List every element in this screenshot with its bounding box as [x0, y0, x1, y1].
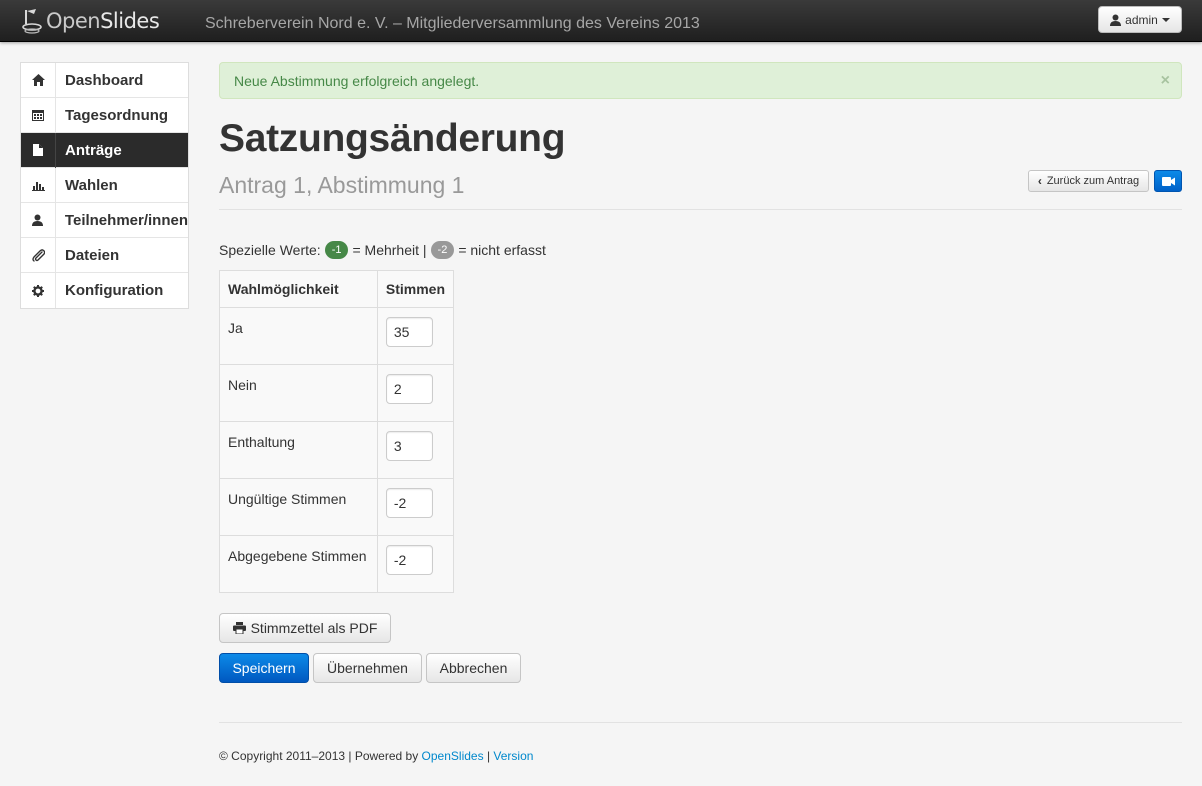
page-title: Satzungsänderung	[219, 117, 566, 160]
vote-results-table: Wahlmöglichkeit Stimmen Ja Nein Enthaltu…	[219, 270, 455, 593]
file-icon	[21, 132, 56, 168]
column-header-option: Wahlmöglichkeit	[219, 270, 378, 308]
close-icon[interactable]: ×	[1161, 72, 1170, 90]
paperclip-icon	[21, 237, 56, 273]
gear-icon	[21, 273, 56, 308]
video-camera-icon	[1161, 176, 1175, 186]
sidebar-item-label: Tagesordnung	[65, 106, 169, 124]
option-label: Nein	[219, 364, 378, 422]
table-row: Enthaltung	[219, 421, 455, 479]
page-subtitle: Antrag 1, Abstimmung 1	[219, 172, 465, 198]
success-alert: Neue Abstimmung erfolgreich angelegt. ×	[219, 62, 1182, 99]
sidebar-item-dashboard[interactable]: Dashboard	[21, 62, 188, 98]
bar-chart-icon	[21, 167, 56, 203]
footer: © Copyright 2011–2013 | Powered by OpenS…	[219, 749, 533, 763]
version-link[interactable]: Version	[493, 749, 533, 763]
footer-divider	[219, 722, 1182, 723]
user-menu-button[interactable]: admin	[1098, 6, 1182, 33]
votes-abstain-input[interactable]	[385, 431, 433, 461]
sidebar-item-label: Anträge	[65, 141, 122, 159]
calendar-icon	[21, 97, 56, 133]
event-title: Schreberverein Nord e. V. – Mitgliederve…	[205, 15, 700, 32]
option-label: Abgegebene Stimmen	[219, 535, 378, 593]
majority-text: = Mehrheit |	[352, 242, 427, 258]
user-icon	[1110, 14, 1122, 26]
majority-badge: -1	[324, 241, 349, 259]
sidebar-item-label: Dashboard	[65, 71, 144, 89]
table-row: Ja	[219, 307, 455, 365]
save-button[interactable]: Speichern	[219, 653, 309, 683]
option-label: Ja	[219, 307, 378, 365]
alert-message: Neue Abstimmung erfolgreich angelegt.	[234, 73, 480, 89]
user-icon	[21, 202, 56, 238]
table-row: Abgegebene Stimmen	[219, 535, 455, 593]
not-recorded-badge: -2	[430, 241, 455, 259]
back-to-motion-label: Zurück zum Antrag	[1046, 175, 1140, 187]
table-row: Ungültige Stimmen	[219, 478, 455, 536]
table-header-row: Wahlmöglichkeit Stimmen	[219, 270, 455, 308]
special-values-prefix: Spezielle Werte:	[219, 242, 321, 258]
chevron-down-icon	[1161, 17, 1170, 22]
sidebar-nav: Dashboard Tagesordnung Anträge Wahlen Te…	[20, 62, 189, 309]
ballot-pdf-button[interactable]: Stimmzettel als PDF	[219, 613, 391, 643]
chevron-left-icon: ‹	[1037, 174, 1042, 188]
sidebar-item-label: Teilnehmer/innen	[64, 211, 188, 229]
column-header-votes: Stimmen	[376, 270, 455, 308]
sidebar-item-dateien[interactable]: Dateien	[21, 237, 188, 273]
header-divider	[219, 209, 1182, 210]
sidebar-item-label: Dateien	[65, 246, 120, 264]
option-label: Enthaltung	[219, 421, 378, 479]
option-label: Ungültige Stimmen	[219, 478, 378, 536]
votes-no-input[interactable]	[385, 374, 433, 404]
votes-cast-input[interactable]	[385, 545, 433, 575]
footer-separator: |	[486, 749, 491, 763]
openslides-link[interactable]: OpenSlides	[422, 749, 484, 763]
sidebar-item-teilnehmer[interactable]: Teilnehmer/innen	[21, 202, 188, 238]
sidebar-item-antraege[interactable]: Anträge	[21, 132, 188, 168]
apply-button[interactable]: Übernehmen	[313, 653, 422, 683]
ballot-pdf-label: Stimmzettel als PDF	[250, 620, 378, 636]
sidebar-item-tagesordnung[interactable]: Tagesordnung	[21, 97, 188, 133]
projector-button[interactable]	[1154, 170, 1182, 192]
user-menu-label: admin	[1125, 12, 1158, 27]
special-values-legend: Spezielle Werte: -1 = Mehrheit | -2 = ni…	[219, 241, 546, 259]
sidebar-item-konfiguration[interactable]: Konfiguration	[21, 273, 188, 308]
copyright-text: © Copyright 2011–2013 | Powered by	[219, 749, 419, 763]
top-navbar: OpenSlides Schreberverein Nord e. V. – M…	[0, 0, 1202, 42]
votes-invalid-input[interactable]	[385, 488, 433, 518]
openslides-logo-icon	[22, 9, 42, 34]
sidebar-item-label: Wahlen	[65, 176, 118, 194]
votes-yes-input[interactable]	[385, 317, 433, 347]
back-to-motion-button[interactable]: ‹ Zurück zum Antrag	[1028, 170, 1149, 192]
cancel-button[interactable]: Abbrechen	[426, 653, 521, 683]
not-recorded-text: = nicht erfasst	[458, 242, 546, 258]
brand-logo-link[interactable]: OpenSlides	[22, 6, 160, 36]
home-icon	[21, 62, 56, 98]
sidebar-item-wahlen[interactable]: Wahlen	[21, 167, 188, 203]
brand-name-prefix: Open	[46, 9, 101, 33]
print-icon	[232, 622, 246, 634]
sidebar-item-label: Konfiguration	[65, 282, 164, 299]
table-row: Nein	[219, 364, 455, 422]
brand-name-suffix: Slides	[100, 9, 160, 33]
